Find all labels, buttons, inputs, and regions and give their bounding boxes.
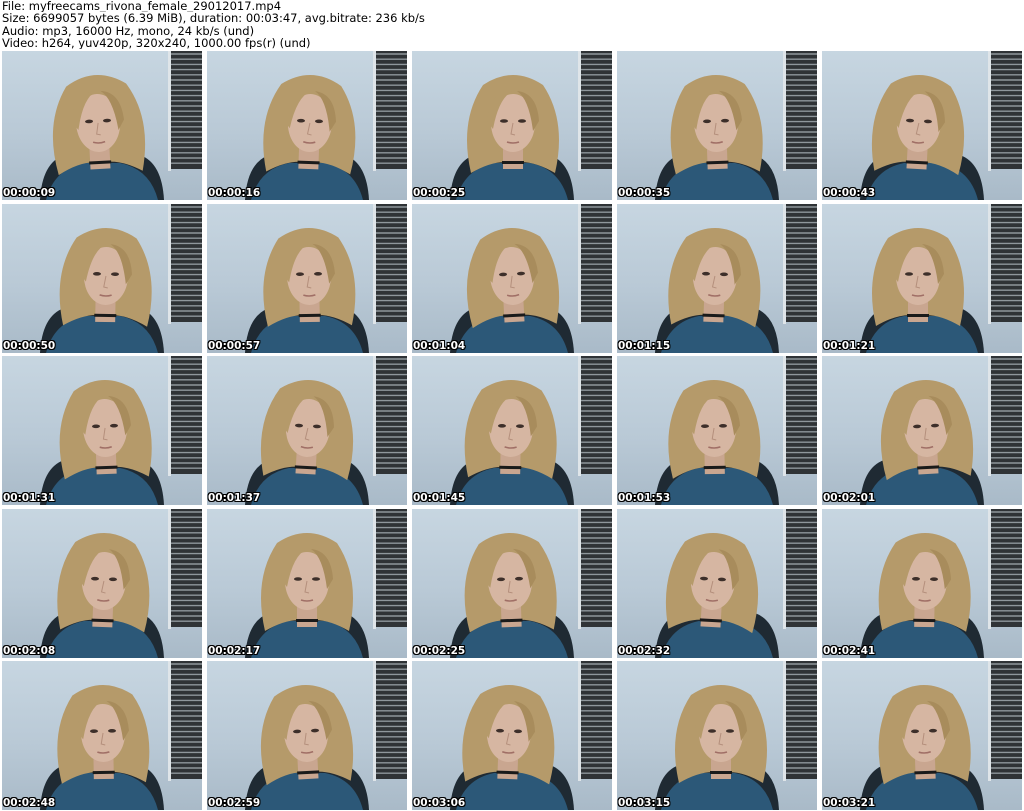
thumbnail-timestamp: 00:01:45 <box>413 492 466 504</box>
thumbnail-timestamp: 00:03:21 <box>823 797 876 809</box>
thumbnail-timestamp: 00:02:32 <box>618 644 671 657</box>
video-thumbnail: 00:00:35 <box>617 51 817 200</box>
video-thumbnail: 00:01:15 <box>617 203 817 353</box>
thumbnail-timestamp: 00:00:09 <box>3 187 56 199</box>
video-thumbnail: 00:02:48 <box>2 661 202 810</box>
thumbnail-grid: 00:00:09 00:00:16 00:00:25 00:00:35 00:00:43… <box>2 51 1022 810</box>
frame-picture <box>655 356 817 505</box>
thumbnail-timestamp: 00:00:43 <box>823 187 876 199</box>
frame-picture <box>245 508 407 658</box>
video-thumbnail: 00:02:17 <box>207 508 407 658</box>
thumbnail-timestamp: 00:02:17 <box>208 644 261 657</box>
video-thumbnail: 00:03:15 <box>617 661 817 810</box>
video-thumbnail: 00:01:21 <box>822 203 1022 353</box>
frame-picture <box>860 51 1022 200</box>
video-thumbnail: 00:00:09 <box>2 51 202 200</box>
thumbnail-timestamp: 00:03:06 <box>413 797 466 809</box>
frame-picture <box>40 203 202 353</box>
video-thumbnail: 00:01:37 <box>207 356 407 505</box>
thumbnail-timestamp: 00:01:37 <box>208 492 261 504</box>
thumbnail-timestamp: 00:00:57 <box>208 339 261 352</box>
thumbnail-timestamp: 00:02:59 <box>208 797 261 809</box>
frame-picture <box>245 203 407 353</box>
frame-picture <box>40 356 202 505</box>
frame-picture <box>245 661 407 810</box>
frame-picture <box>450 203 612 353</box>
frame-picture <box>40 508 202 658</box>
frame-picture <box>40 51 202 200</box>
frame-picture <box>245 356 407 505</box>
thumbnail-timestamp: 00:01:31 <box>3 492 56 504</box>
frame-picture <box>450 661 612 810</box>
video-thumbnail: 00:02:01 <box>822 356 1022 505</box>
frame-picture <box>860 203 1022 353</box>
thumbnail-timestamp: 00:00:50 <box>3 339 56 352</box>
video-thumbnail: 00:03:06 <box>412 661 612 810</box>
frame-picture <box>450 51 612 200</box>
video-thumbnail: 00:02:59 <box>207 661 407 810</box>
video-thumbnail: 00:02:41 <box>822 508 1022 658</box>
video-thumbnail: 00:01:31 <box>2 356 202 505</box>
video-thumbnail: 00:01:53 <box>617 356 817 505</box>
thumbnail-timestamp: 00:02:48 <box>3 797 56 809</box>
video-thumbnail: 00:00:25 <box>412 51 612 200</box>
frame-picture <box>450 356 612 505</box>
thumbnail-timestamp: 00:03:15 <box>618 797 671 809</box>
video-thumbnail: 00:00:50 <box>2 203 202 353</box>
thumbnail-timestamp: 00:00:35 <box>618 187 671 199</box>
frame-picture <box>450 508 612 658</box>
file-info-header: File: myfreecams_rivona_female_29012017.… <box>2 0 1022 50</box>
frame-picture <box>860 356 1022 505</box>
video-thumbnail: 00:01:45 <box>412 356 612 505</box>
frame-picture <box>860 508 1022 658</box>
video-thumbnail: 00:02:32 <box>617 508 817 658</box>
video-info-line: Video: h264, yuv420p, 320x240, 1000.00 f… <box>2 36 311 50</box>
thumbnail-timestamp: 00:01:15 <box>618 339 671 352</box>
video-thumbnail: 00:00:57 <box>207 203 407 353</box>
video-thumbnail: 00:00:16 <box>207 51 407 200</box>
video-thumbnail: 00:01:04 <box>412 203 612 353</box>
thumbnail-timestamp: 00:02:25 <box>413 644 466 657</box>
frame-picture <box>655 51 817 200</box>
video-thumbnail: 00:02:25 <box>412 508 612 658</box>
frame-picture <box>245 51 407 200</box>
video-thumbnail: 00:03:21 <box>822 661 1022 810</box>
thumbnail-timestamp: 00:02:41 <box>823 644 876 657</box>
thumbnail-timestamp: 00:01:53 <box>618 492 671 504</box>
thumbnail-timestamp: 00:02:08 <box>3 644 56 657</box>
frame-picture <box>40 661 202 810</box>
frame-picture <box>655 203 817 353</box>
frame-picture <box>860 661 1022 810</box>
video-thumbnail: 00:00:43 <box>822 51 1022 200</box>
audio-info-line: Audio: mp3, 16000 Hz, mono, 24 kb/s (und… <box>2 24 255 37</box>
thumbnail-timestamp: 00:00:25 <box>413 187 466 199</box>
thumbnail-timestamp: 00:01:21 <box>823 339 876 352</box>
frame-picture <box>655 661 817 810</box>
frame-picture <box>655 508 817 658</box>
video-thumbnail: 00:02:08 <box>2 508 202 658</box>
file-size-line: Size: 6699057 bytes (6.39 MiB), duration… <box>2 12 425 25</box>
thumbnail-timestamp: 00:01:04 <box>413 339 466 352</box>
thumbnail-timestamp: 00:00:16 <box>208 187 261 199</box>
file-name-line: File: myfreecams_rivona_female_29012017.… <box>2 0 282 13</box>
thumbnail-timestamp: 00:02:01 <box>823 492 876 504</box>
